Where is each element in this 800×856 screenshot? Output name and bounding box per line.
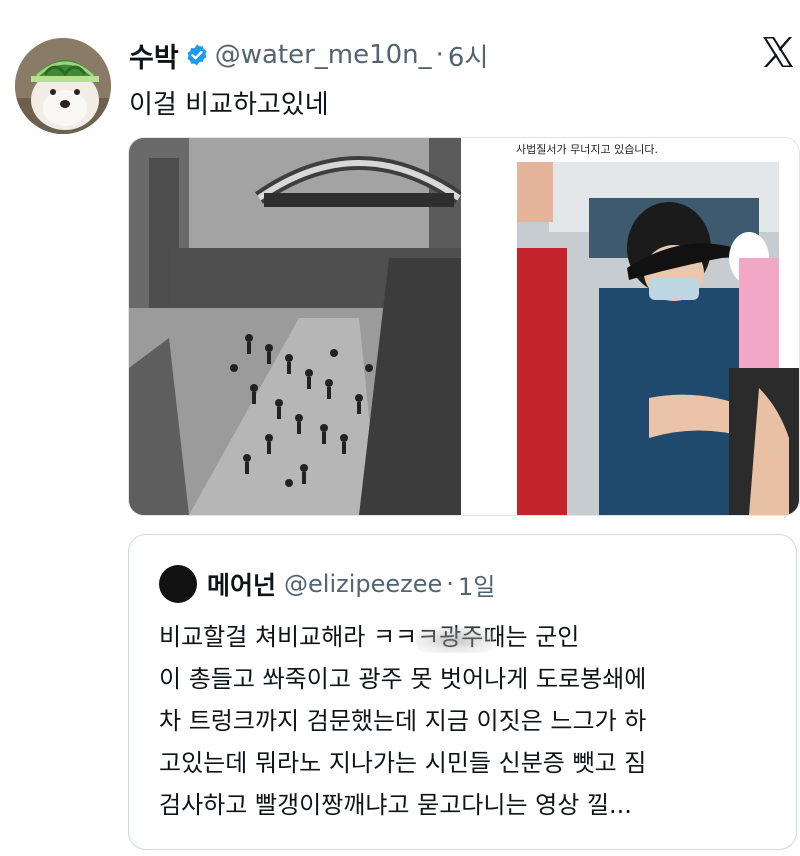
display-name[interactable]: 수박 <box>129 36 179 75</box>
quote-separator: · <box>446 570 454 598</box>
quote-tweet[interactable]: 메어넌 @elizipeezee · 1일 비교할걸 쳐비교해라 ㅋㅋㅋ광주때는… <box>128 534 797 850</box>
tweet-header: 수박 @water_me10n_ · 6시 <box>129 36 488 75</box>
verified-badge-icon <box>185 43 209 67</box>
tweet-text: 이걸 비교하고있네 <box>129 90 329 120</box>
photo-caption: 사법질서가 무너지고 있습니다. <box>516 143 659 156</box>
quote-header: 메어넌 @elizipeezee · 1일 <box>159 565 495 603</box>
x-logo-icon[interactable] <box>760 34 796 70</box>
user-avatar[interactable] <box>15 38 111 134</box>
tweet-media[interactable] <box>128 137 800 516</box>
censored-blur <box>416 627 494 653</box>
quote-display-name[interactable]: 메어넌 <box>207 566 276 602</box>
avatar-image <box>15 38 111 134</box>
right-photo <box>493 138 799 515</box>
quote-time[interactable]: 1일 <box>458 567 495 602</box>
user-handle[interactable]: @water_me10n_ <box>215 40 432 70</box>
separator-dot: · <box>435 40 444 70</box>
left-photo <box>129 138 464 515</box>
tweet-time[interactable]: 6시 <box>448 37 488 74</box>
quote-avatar[interactable] <box>159 565 197 603</box>
quote-handle[interactable]: @elizipeezee <box>284 570 442 598</box>
